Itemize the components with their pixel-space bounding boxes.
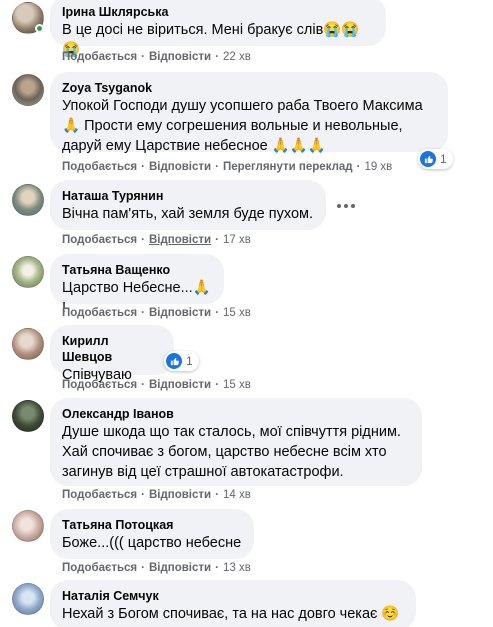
separator-dot-icon: · [356,161,361,173]
comment-time[interactable]: 13 хв [223,562,251,574]
comment-actions: Подобається · Відповісти · 22 хв [62,49,251,65]
comment-author[interactable]: Наташа Турянин [62,188,314,204]
avatar[interactable] [12,400,44,432]
comment-text: Душе шкода що так сталось, мої співчуття… [62,424,401,480]
comment-text: Боже...((( царство небесне [62,535,242,551]
comment-text: Вічна пам'ять, хай земля буде пухом. [62,206,314,222]
comment-time[interactable]: 15 хв [223,307,251,319]
separator-dot-icon: · [215,379,219,391]
separator-dot-icon: · [141,234,145,246]
avatar[interactable] [12,74,44,106]
like-link[interactable]: Подобається [62,161,137,173]
comment-time[interactable]: 17 хв [223,234,251,246]
avatar[interactable] [12,328,44,360]
comment-bubble: Олександр Іванов Душе шкода що так стало… [50,398,422,486]
reply-link[interactable]: Відповісти [149,51,211,63]
separator-dot-icon: · [215,489,219,501]
comment-author[interactable]: Наталія Семчук [62,588,404,604]
separator-dot-icon: · [141,307,145,319]
comment-bubble: Zoya Tsyganok Упокой Господи душу усопше… [50,72,448,154]
comment-author[interactable]: Zoya Tsyganok [62,80,436,96]
comment-author[interactable]: Ірина Шклярська [62,4,374,20]
comment-bubble: Ірина Шклярська В це досі не віриться. М… [50,0,386,58]
like-icon [420,151,436,167]
separator-dot-icon: · [215,161,219,173]
separator-dot-icon: · [215,562,219,574]
more-options-button[interactable] [332,192,360,220]
online-status-icon [35,24,44,33]
separator-dot-icon: · [215,307,219,319]
separator-dot-icon: · [141,379,145,391]
reaction-count[interactable]: 1 [418,149,453,169]
comment-actions: Подобається · Відповісти · 15 хв [62,305,251,321]
comment-bubble: Наташа Турянин Вічна пам'ять, хай земля … [50,180,326,230]
comment-actions: Подобається · Відповісти · 15 хв [62,377,251,393]
comment-author[interactable]: Олександр Іванов [62,406,410,422]
reaction-count[interactable]: 1 [164,351,199,371]
comment-time[interactable]: 22 хв [223,51,251,63]
like-icon [166,353,182,369]
comment-bubble: Кирилл Шевцов Співчуваю [50,325,174,383]
more-dot-icon [351,204,355,208]
comment-author[interactable]: Татьяна Потоцкая [62,517,242,533]
comment-author[interactable]: Кирилл Шевцов [62,333,162,365]
like-link[interactable]: Подобається [62,307,137,319]
separator-dot-icon: · [141,489,145,501]
reply-link[interactable]: Відповісти [149,562,211,574]
reaction-count-number: 1 [440,152,447,166]
comment-actions: Подобається · Відповісти · Переглянути перек… [62,159,392,175]
comment-actions: Подобається · Відповісти · 13 хв [62,560,251,576]
avatar[interactable] [12,256,44,288]
avatar[interactable] [12,583,44,615]
comment-actions: Подобається · Відповісти · 14 хв [62,487,251,503]
like-link[interactable]: Подобається [62,562,137,574]
comment-bubble: Наталія Семчук Нехай з Богом спочиває, т… [50,580,416,627]
reaction-count-number: 1 [186,354,193,368]
reply-link[interactable]: Відповісти [149,489,211,501]
reply-link[interactable]: Відповісти [149,161,211,173]
comment-actions: Подобається · Відповісти · 17 хв [62,232,251,248]
reply-link[interactable]: Відповісти [149,379,211,391]
like-link[interactable]: Подобається [62,379,137,391]
see-translation-link[interactable]: Переглянути переклад [223,161,353,173]
like-link[interactable]: Подобається [62,489,137,501]
separator-dot-icon: · [215,234,219,246]
more-dot-icon [344,204,348,208]
comment-time[interactable]: 15 хв [223,379,251,391]
avatar[interactable] [12,184,44,216]
more-dot-icon [337,204,341,208]
separator-dot-icon: · [141,161,145,173]
comment-text: Нехай з Богом спочиває, та на нас довго … [62,606,400,622]
comment-time[interactable]: 19 хв [364,161,392,173]
reply-link[interactable]: Відповісти [149,307,211,319]
separator-dot-icon: · [141,51,145,63]
comment-bubble: Татьяна Потоцкая Боже...((( царство небе… [50,509,254,559]
comment-time[interactable]: 14 хв [223,489,251,501]
separator-dot-icon: · [141,562,145,574]
comment-text: Упокой Господи душу усопшего раба Твоего… [62,98,423,154]
comment-author[interactable]: Татьяна Ващенко [62,262,212,278]
comment-bubble: Татьяна Ващенко Царство Небесне...🙏 ! [50,254,224,316]
like-link[interactable]: Подобається [62,51,137,63]
like-link[interactable]: Подобається [62,234,137,246]
reply-link[interactable]: Відповісти [149,234,211,246]
separator-dot-icon: · [215,51,219,63]
avatar[interactable] [12,510,44,542]
